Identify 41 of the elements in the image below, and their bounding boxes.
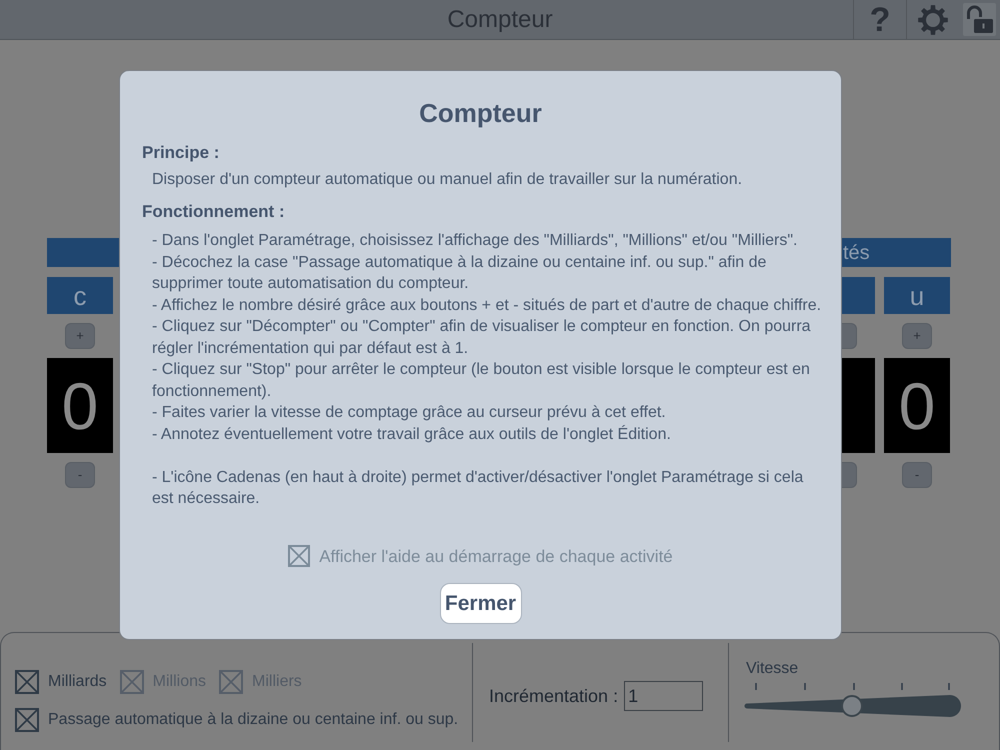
option-label: Passage automatique à la dizaine ou centaine inf. ou sup. — [48, 710, 458, 730]
column-header: c — [47, 277, 113, 314]
help-paragraph: - Cliquez sur "Décompter" ou "Compter" afin de visualiser le compteur en fonction. On pourra régler l'incrémentation qui par défaut est à 1. — [152, 317, 812, 358]
slider-thumb[interactable] — [841, 695, 863, 717]
checkbox[interactable] — [288, 545, 310, 568]
group-header — [47, 238, 119, 267]
increment-field[interactable]: 1 — [624, 681, 704, 711]
checkbox-label: Afficher l'aide au démarrage de chaque activité — [319, 546, 673, 568]
help-paragraph: - Cliquez sur "Stop" pour arrêter le compteur (le bouton est visible lorsque le compteur est en fonctionnement). — [152, 360, 811, 402]
help-paragraph: Disposer d'un compteur automatique ou manuel afin de travailler sur la numération. — [152, 170, 742, 190]
settings-icon — [918, 4, 948, 34]
minus-button[interactable]: - — [902, 462, 932, 488]
close-button[interactable]: Fermer — [440, 583, 522, 624]
help-paragraph: - Décochez la case "Passage automatique à la dizaine ou centaine inf. ou sup." afin de supprimer toute automatisation du compteur. — [152, 252, 768, 294]
digit-display: 0 — [47, 358, 113, 453]
help-paragraph: - Dans l'onglet Paramétrage, choisissez l'affichage des "Milliards", "Millions" et/ou "Milliers". — [152, 231, 798, 251]
speed-label: Vitesse — [745, 660, 798, 678]
checkbox[interactable] — [15, 670, 39, 694]
column-header: u — [884, 277, 950, 314]
section-heading: Principe : — [142, 142, 220, 164]
group-header: tés — [842, 238, 951, 267]
speed-slider[interactable] — [743, 694, 961, 718]
plus-button[interactable]: + — [902, 323, 932, 349]
help-paragraph: - Faites varier la vitesse de comptage grâce au curseur prévu à cet effet. — [152, 403, 666, 423]
section-heading: Fonctionnement : — [142, 201, 285, 223]
help-button[interactable]: ? — [853, 0, 906, 39]
help-paragraph: - Affichez le nombre désiré grâce aux boutons + et - situés de part et d'autre de chaque chiffre. — [152, 296, 822, 316]
increment-label: Incrémentation : — [489, 684, 618, 708]
minus-button[interactable]: - — [65, 462, 95, 488]
digit-display: 0 — [884, 358, 950, 453]
checkbox[interactable] — [15, 708, 39, 732]
help-paragraph: - Annotez éventuellement votre travail grâce aux outils de l'onglet Édition. — [152, 424, 671, 444]
dialog-title: Compteur — [419, 97, 542, 129]
stepper-button[interactable] — [842, 462, 857, 488]
plus-button[interactable]: + — [65, 323, 95, 349]
column-header — [842, 277, 875, 314]
open-padlock-icon — [962, 3, 996, 36]
stepper-button[interactable] — [842, 323, 857, 349]
help-paragraph: - L'icône Cadenas (en haut à droite) permet d'activer/désactiver l'onglet Paramétrage si cela est nécessaire. — [151, 468, 804, 509]
app-title: Compteur — [447, 8, 553, 32]
option-label: Milliards — [48, 672, 107, 692]
